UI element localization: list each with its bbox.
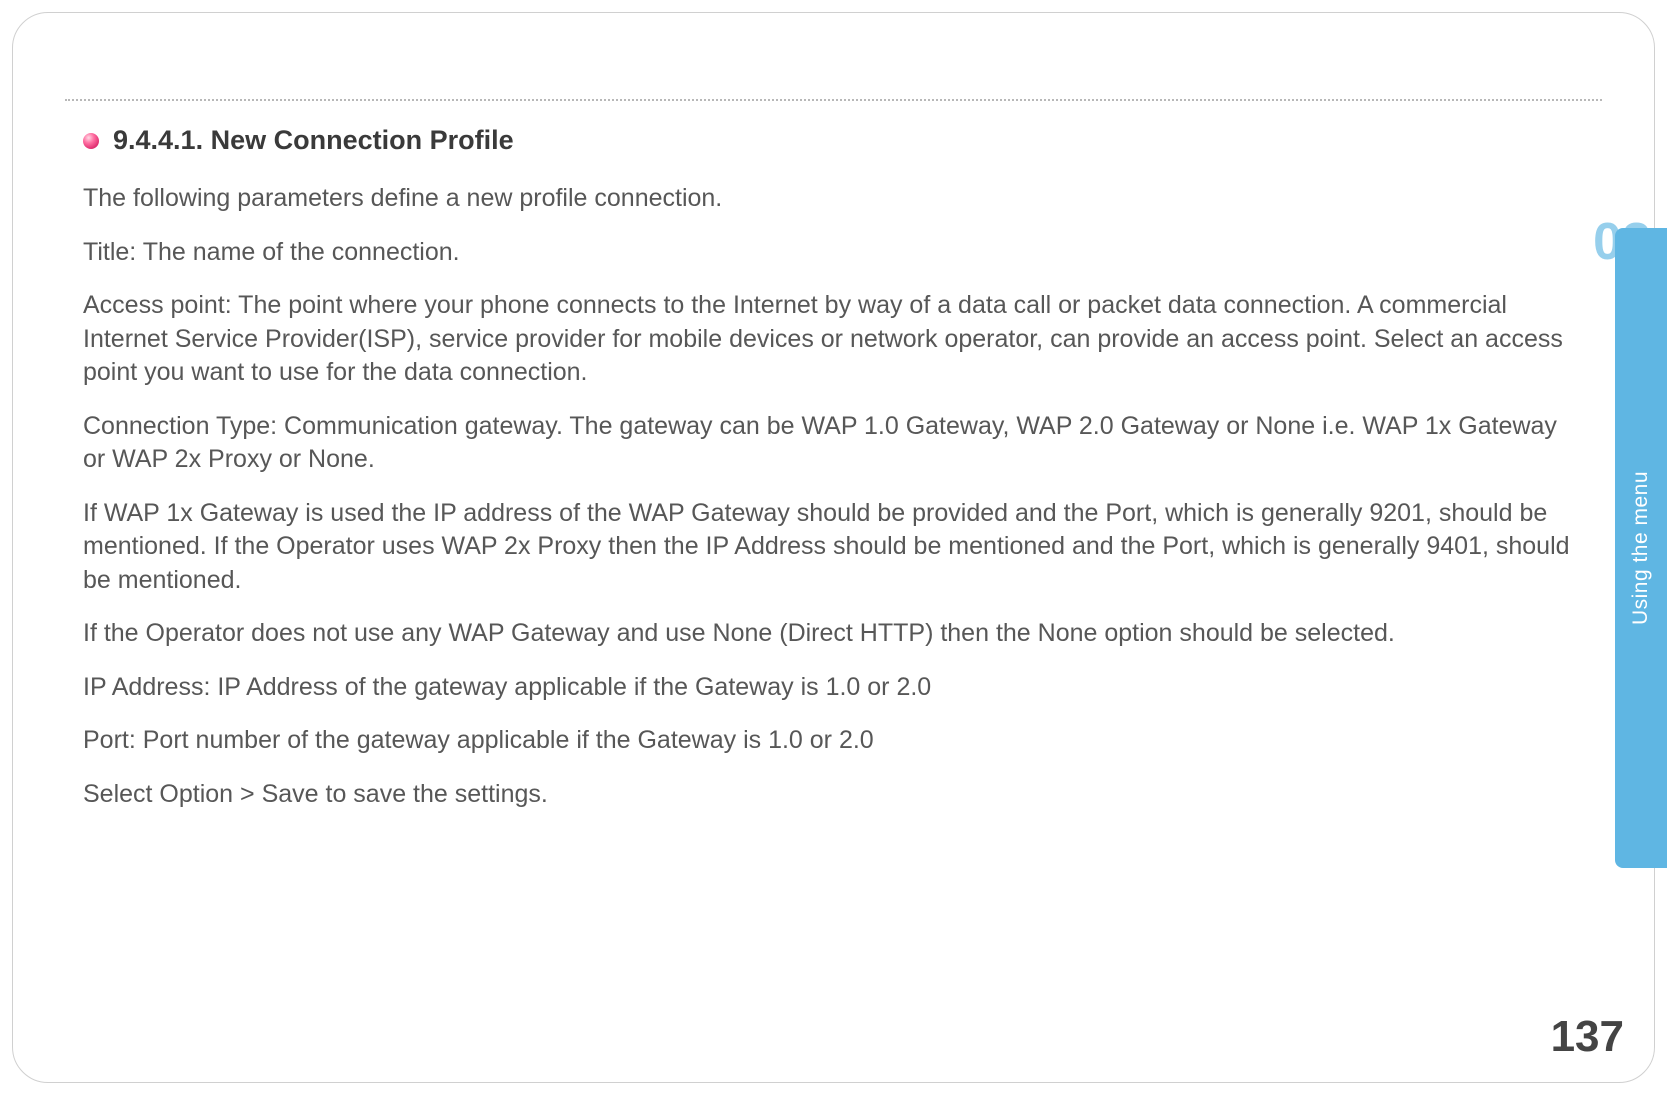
- paragraph: Connection Type: Communication gateway. …: [83, 410, 1574, 477]
- bullet-icon: [83, 133, 99, 149]
- paragraph: IP Address: IP Address of the gateway ap…: [83, 671, 1574, 705]
- page-number: 137: [1551, 1012, 1624, 1062]
- page-frame: 9.4.4.1. New Connection Profile The foll…: [12, 12, 1655, 1083]
- paragraph: If WAP 1x Gateway is used the IP address…: [83, 497, 1574, 598]
- heading-text: 9.4.4.1. New Connection Profile: [113, 125, 514, 156]
- section-heading: 9.4.4.1. New Connection Profile: [83, 125, 1574, 156]
- paragraph: Title: The name of the connection.: [83, 236, 1574, 270]
- side-tab-label: Using the menu: [1629, 471, 1653, 625]
- paragraph: Port: Port number of the gateway applica…: [83, 724, 1574, 758]
- paragraph: The following parameters define a new pr…: [83, 182, 1574, 216]
- side-tab: Using the menu: [1615, 228, 1667, 868]
- dotted-divider: [65, 99, 1602, 101]
- content-region: 9.4.4.1. New Connection Profile The foll…: [83, 125, 1574, 831]
- paragraph: Select Option > Save to save the setting…: [83, 778, 1574, 812]
- paragraph: Access point: The point where your phone…: [83, 289, 1574, 390]
- paragraph: If the Operator does not use any WAP Gat…: [83, 617, 1574, 651]
